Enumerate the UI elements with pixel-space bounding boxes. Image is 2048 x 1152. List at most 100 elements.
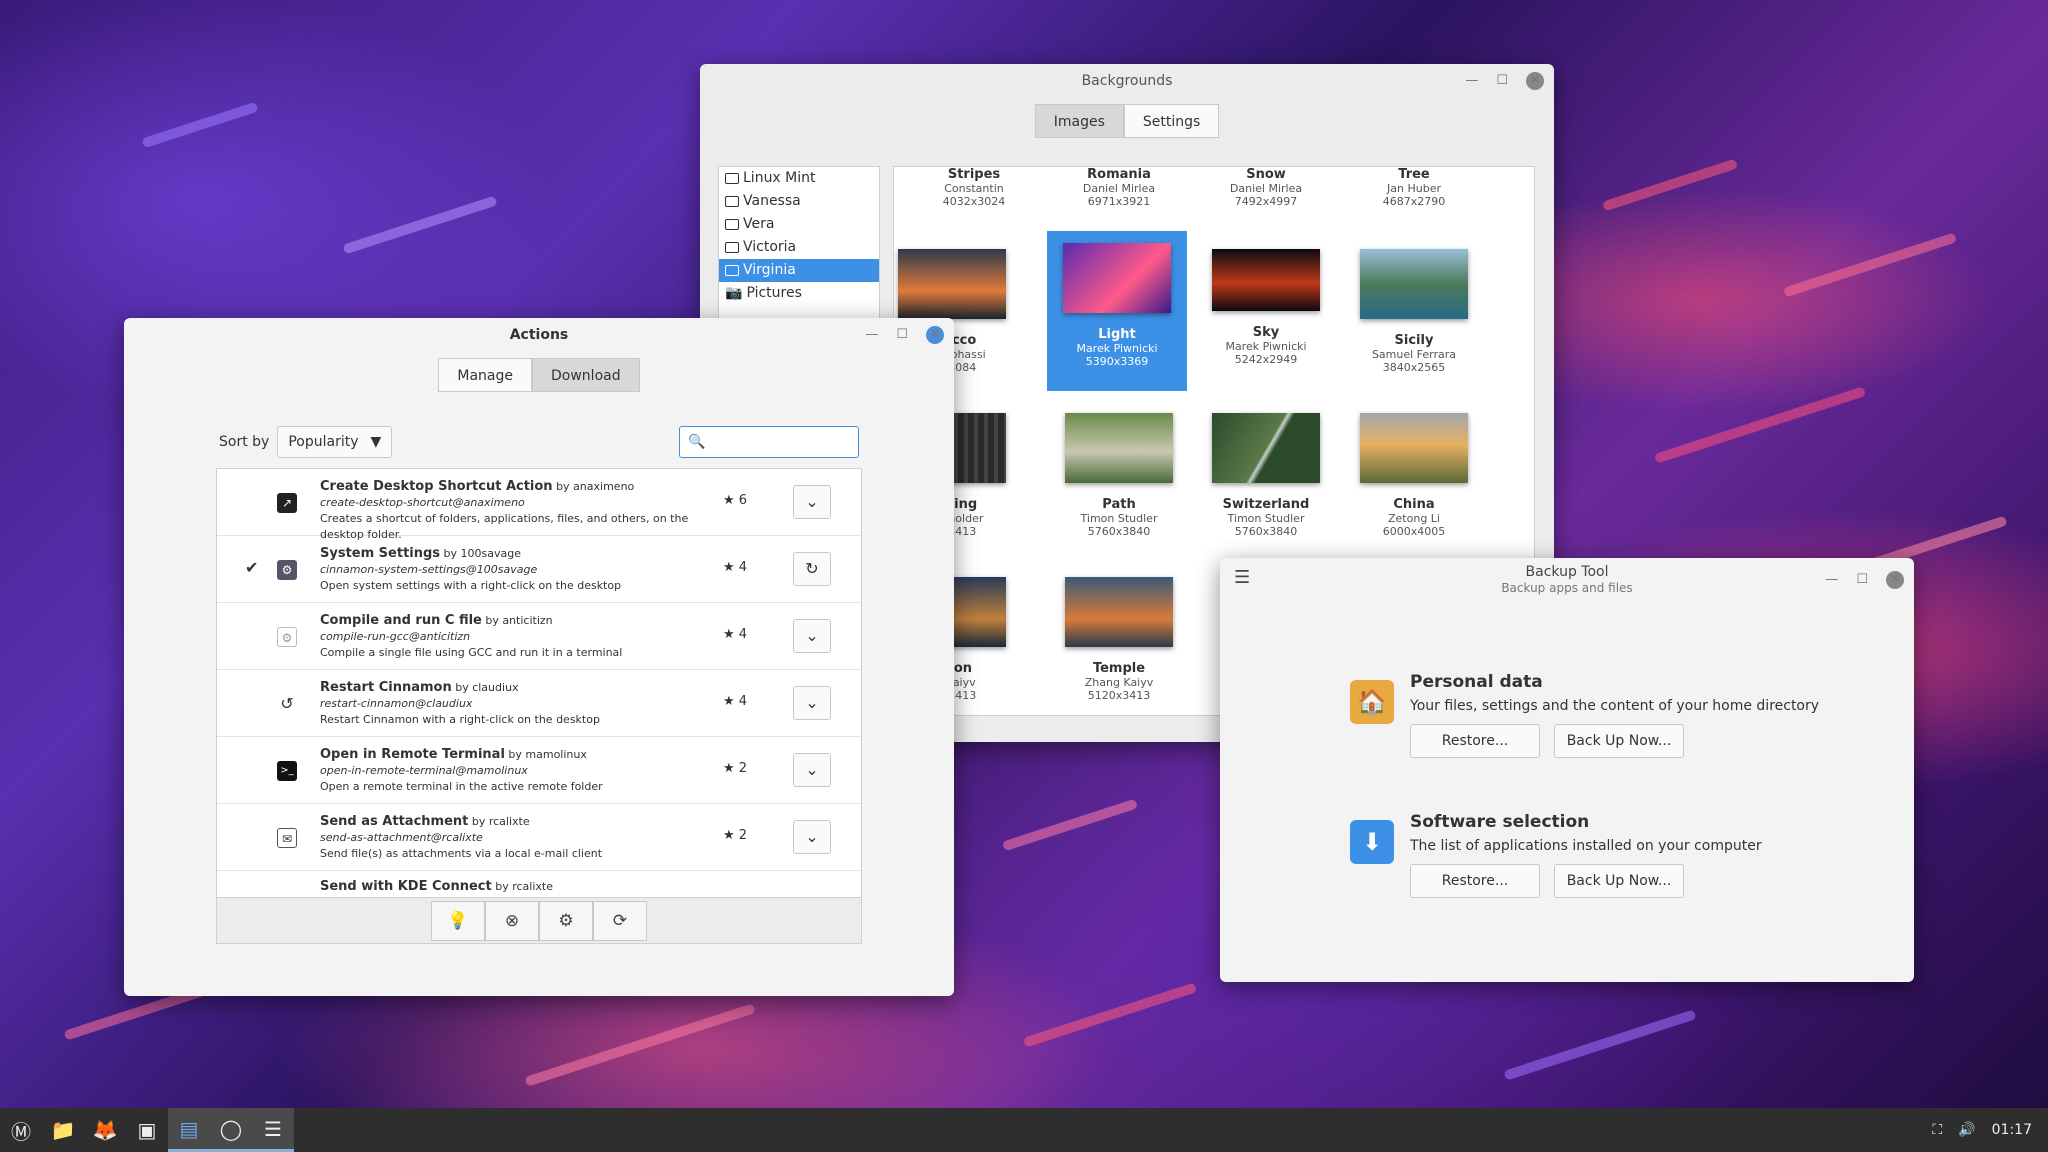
expand-button[interactable]: ⌄ [793,619,831,653]
maximize-icon[interactable]: ☐ [1496,64,1508,98]
expand-button[interactable]: ⌄ [793,820,831,854]
actions-title: Actions [509,327,569,343]
sidebar-item-virginia[interactable]: Virginia [719,259,879,282]
info-bulb-icon[interactable]: 💡 [431,900,485,941]
minimize-icon[interactable]: — [1465,64,1478,98]
installed-check-icon: ✔ [245,558,259,577]
system-tray: ⛶ 🔊 01:17 [1932,1108,2032,1152]
minimize-icon[interactable]: — [1825,572,1838,588]
firefox-icon[interactable]: 🦊 [84,1108,126,1152]
wallpaper-china[interactable]: China Zetong Li 6000x4005 [1344,401,1484,561]
tab-images[interactable]: Images [1034,104,1124,138]
expand-button[interactable]: ⌄ [793,753,831,787]
minimize-icon[interactable]: — [865,318,878,352]
gear-icon[interactable]: ⚙ [539,900,593,941]
mint-menu-icon[interactable]: Ⓜ [0,1108,42,1152]
list-item[interactable]: >_ Open in Remote Terminal by mamolinux o… [217,737,861,804]
maximize-icon[interactable]: ☐ [1856,572,1868,588]
star-icon: ★ [723,493,739,508]
actions-task-icon[interactable]: ☰ [252,1108,294,1152]
star-icon: ★ [723,560,739,575]
wallpaper-light[interactable]: Light Marek Piwnicki 5390x3369 [1047,231,1187,391]
monitor-icon [725,219,739,230]
monitor-icon [725,173,739,184]
list-item[interactable]: ↺ Restart Cinnamon by claudiux restart-ci… [217,670,861,737]
sort-row: Sort by Popularity ▼ [219,426,393,458]
files-folder-icon[interactable]: 📁 [42,1108,84,1152]
search-input[interactable]: 🔍 [679,426,859,458]
sort-dropdown[interactable]: Popularity ▼ [277,426,393,458]
clock[interactable]: 01:17 [1992,1122,2032,1138]
wallpaper-sicily[interactable]: Sicily Samuel Ferrara 3840x2565 [1344,237,1484,397]
expand-button[interactable]: ⌄ [793,686,831,720]
list-item[interactable]: ⚙ Compile and run C file by anticitizn co… [217,603,861,670]
chevron-down-icon: ▼ [370,434,382,450]
network-icon[interactable]: ⛶ [1932,1122,1942,1138]
sidebar-item-linux-mint[interactable]: Linux Mint [719,167,879,190]
wallpaper-snow[interactable]: Snow Daniel Mirlea 7492x4997 [1196,167,1336,208]
backup-subtitle: Backup apps and files [1501,581,1633,595]
hamburger-menu-icon[interactable]: ☰ [1234,569,1250,587]
backgrounds-title: Backgrounds [1081,73,1173,89]
list-item[interactable]: Send with KDE Connect by rcalixte [217,871,861,897]
mail-attachment-icon: ✉ [277,828,297,848]
star-icon: ★ [723,761,739,776]
actions-window: Actions — ☐ ✕ Manage Download Sort by Po… [124,318,954,996]
camera-icon: 📷 [725,285,743,301]
sidebar-item-pictures[interactable]: 📷 Pictures [719,282,879,305]
wallpaper-path[interactable]: Path Timon Studler 5760x3840 [1049,401,1189,561]
sort-label: Sort by [219,434,270,450]
list-item[interactable]: ✉ Send as Attachment by rcalixte send-as-… [217,804,861,871]
actions-titlebar[interactable]: Actions — ☐ ✕ [124,318,954,352]
background-collections: Linux Mint Vanessa Vera Victoria Virgini… [718,166,880,326]
wallpaper-sky[interactable]: Sky Marek Piwnicki 5242x2949 [1196,237,1336,397]
star-icon: ★ [723,828,739,843]
backup-titlebar[interactable]: ☰ Backup Tool Backup apps and files — ☐ … [1220,558,1914,602]
tab-manage[interactable]: Manage [438,358,533,392]
terminal-icon: >_ [277,761,297,781]
restore-personal-button[interactable]: Restore... [1410,724,1540,758]
rating: ★ 2 [723,761,748,776]
backgrounds-task-icon[interactable]: ▤ [168,1108,210,1152]
backup-task-icon[interactable]: ◯ [210,1108,252,1152]
backup-tool-window: ☰ Backup Tool Backup apps and files — ☐ … [1220,558,1914,982]
backup-software-button[interactable]: Back Up Now... [1554,864,1684,898]
maximize-icon[interactable]: ☐ [896,318,908,352]
backgrounds-titlebar[interactable]: Backgrounds — ☐ ✕ [700,64,1554,98]
tab-settings[interactable]: Settings [1123,104,1220,138]
rating: ★ 4 [723,694,748,709]
settings-icon: ⚙ [277,560,297,580]
restore-software-button[interactable]: Restore... [1410,864,1540,898]
list-toolbar: 💡 ⊗ ⚙ ⟳ [216,898,862,944]
wallpaper-temple[interactable]: Temple Zhang Kaiyv 5120x3413 [1049,565,1189,715]
uninstall-icon[interactable]: ⊗ [485,900,539,941]
list-item[interactable]: ✔ ⚙ System Settings by 100savage cinnamon… [217,536,861,603]
volume-icon[interactable]: 🔊 [1958,1122,1975,1138]
tab-download[interactable]: Download [532,358,640,392]
rating: ★ 4 [723,560,748,575]
monitor-icon [725,265,739,276]
star-icon: ★ [723,627,739,642]
sidebar-item-vera[interactable]: Vera [719,213,879,236]
wallpaper-stripes[interactable]: Stripes Constantin 4032x3024 [904,167,1044,208]
backup-personal-button[interactable]: Back Up Now... [1554,724,1684,758]
refresh-icon[interactable]: ⟳ [593,900,647,941]
wallpaper-switzerland[interactable]: Switzerland Timon Studler 5760x3840 [1196,401,1336,561]
list-item[interactable]: ↗ Create Desktop Shortcut Action by anax… [217,469,861,541]
close-icon[interactable]: ✕ [1526,72,1544,90]
rating: ★ 6 [723,493,748,508]
terminal-icon[interactable]: ▣ [126,1108,168,1152]
search-icon: 🔍 [688,434,706,450]
expand-button[interactable]: ⌄ [793,485,831,519]
wallpaper-romania[interactable]: Romania Daniel Mirlea 6971x3921 [1049,167,1189,208]
wallpaper-tree[interactable]: Tree Jan Huber 4687x2790 [1344,167,1484,208]
close-icon[interactable]: ✕ [1886,571,1904,589]
download-icon: ⬇ [1350,820,1394,864]
shortcut-icon: ↗ [277,493,297,513]
close-icon[interactable]: ✕ [926,326,944,344]
monitor-icon [725,196,739,207]
rating: ★ 4 [723,627,748,642]
update-button[interactable]: ↻ [793,552,831,586]
sidebar-item-victoria[interactable]: Victoria [719,236,879,259]
sidebar-item-vanessa[interactable]: Vanessa [719,190,879,213]
